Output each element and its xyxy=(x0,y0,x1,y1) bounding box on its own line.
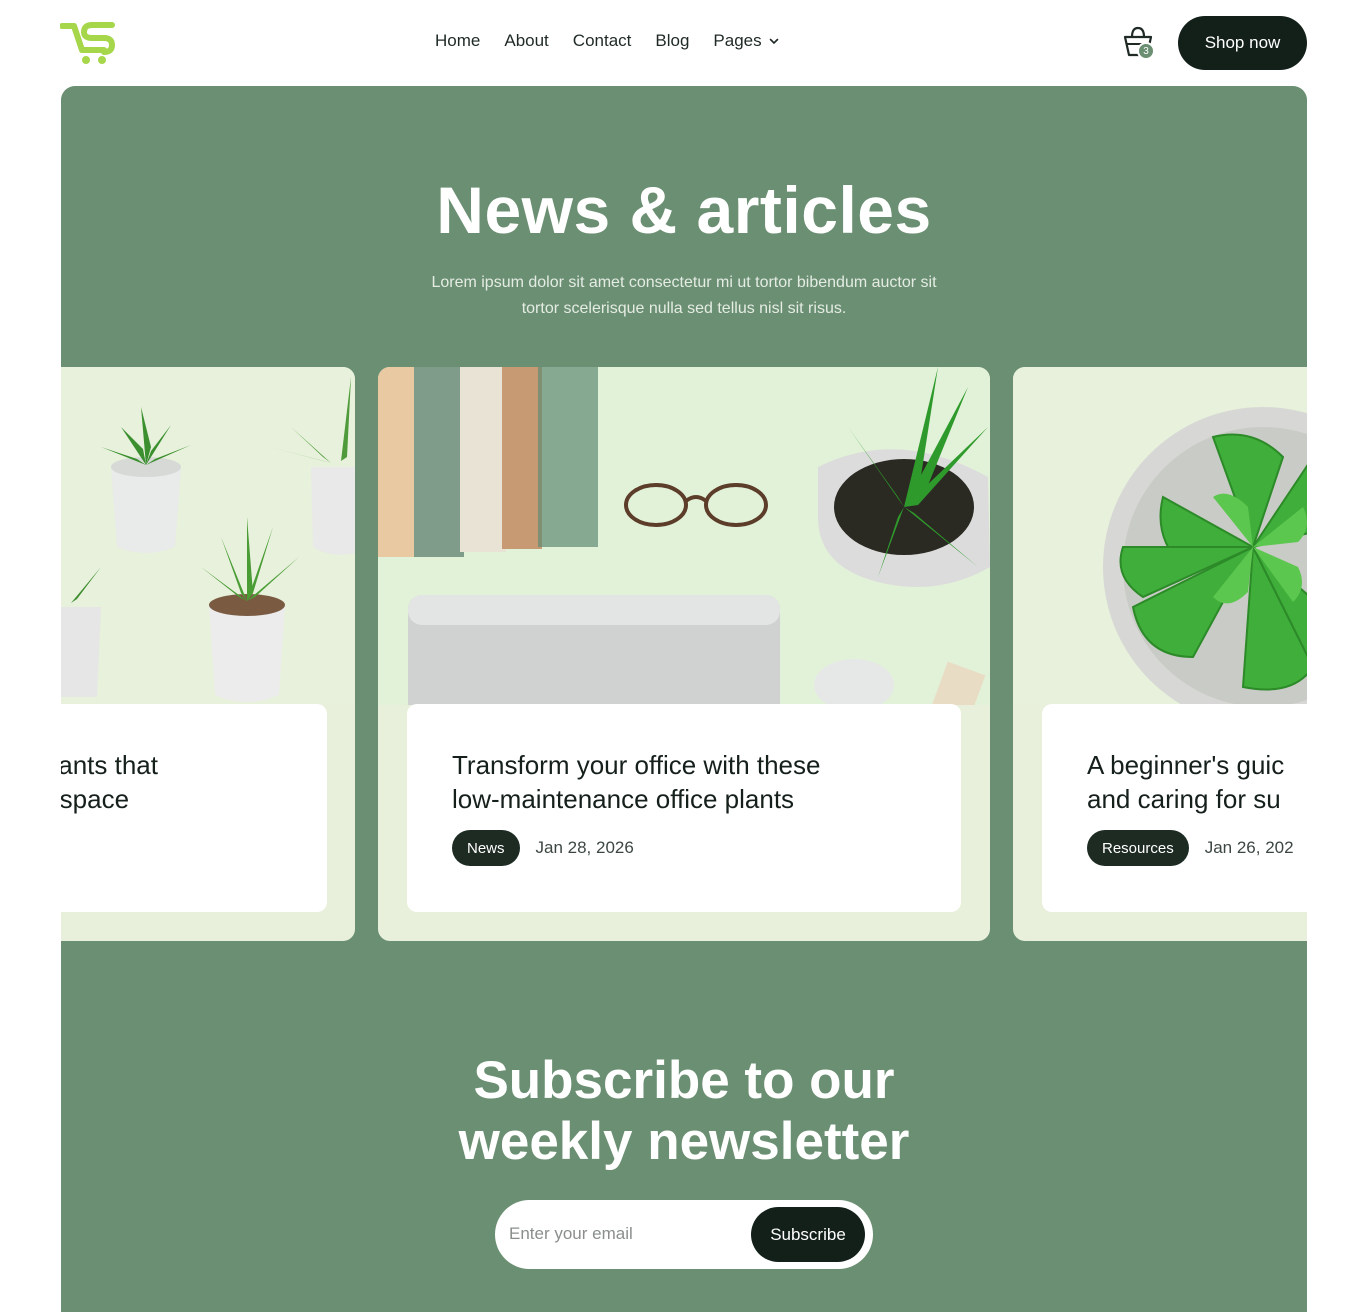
newsletter-form: Subscribe xyxy=(495,1200,873,1269)
article-card-2-tag[interactable]: News xyxy=(452,830,520,866)
main-nav: Home About Contact Blog Pages xyxy=(435,31,780,51)
article-card-3-title-line2: and caring for su xyxy=(1087,784,1281,814)
article-card-1-title-line1: plants that xyxy=(61,750,158,780)
article-card-2-date: Jan 28, 2026 xyxy=(535,838,634,857)
subscribe-button[interactable]: Subscribe xyxy=(751,1207,865,1262)
article-image-potted-plants xyxy=(61,367,355,705)
article-card-3-body: A beginner's guic and caring for su Reso… xyxy=(1042,704,1307,912)
nav-blog[interactable]: Blog xyxy=(655,31,689,51)
page-title: News & articles xyxy=(436,173,932,247)
newsletter-title-line2: weekly newsletter xyxy=(458,1112,910,1171)
article-card-1-title-line2: g space xyxy=(61,784,130,814)
nav-contact[interactable]: Contact xyxy=(573,31,632,51)
article-card-1-body: plants that g space xyxy=(61,704,327,912)
article-card-3-meta: Resources Jan 26, 202 xyxy=(1087,830,1294,866)
page-subtitle: Lorem ipsum dolor sit amet consectetur m… xyxy=(431,274,937,317)
article-card-2[interactable]: Transform your office with these low-mai… xyxy=(378,367,990,941)
newsletter-title: Subscribe to our weekly newsletter xyxy=(61,1050,1307,1172)
article-image-office-desk xyxy=(378,367,990,705)
article-card-3-date: Jan 26, 202 xyxy=(1204,838,1294,857)
article-card-3[interactable]: A beginner's guic and caring for su Reso… xyxy=(1013,367,1307,941)
article-card-1[interactable]: plants that g space xyxy=(61,367,355,941)
article-card-2-title-line1: Transform your office with these xyxy=(452,750,821,780)
article-card-3-title[interactable]: A beginner's guic and caring for su xyxy=(1087,748,1284,816)
news-section: News & articles Lorem ipsum dolor sit am… xyxy=(61,86,1307,1312)
shop-now-button[interactable]: Shop now xyxy=(1178,16,1307,70)
article-card-2-body: Transform your office with these low-mai… xyxy=(407,704,961,912)
nav-pages-label: Pages xyxy=(713,31,762,50)
nav-home[interactable]: Home xyxy=(435,31,480,51)
nav-pages[interactable]: Pages xyxy=(713,31,779,51)
chevron-down-icon xyxy=(769,38,778,45)
nav-about[interactable]: About xyxy=(504,31,548,51)
newsletter-title-line1: Subscribe to our xyxy=(473,1051,895,1110)
article-card-2-title[interactable]: Transform your office with these low-mai… xyxy=(452,748,820,816)
site-header: Home About Contact Blog Pages 3 Shop now xyxy=(0,0,1360,86)
article-card-1-title[interactable]: plants that g space xyxy=(61,748,158,816)
email-input[interactable] xyxy=(509,1218,739,1250)
article-card-3-title-line1: A beginner's guic xyxy=(1087,750,1285,780)
article-card-2-title-line2: low-maintenance office plants xyxy=(452,784,795,814)
cart-count-badge: 3 xyxy=(1137,42,1155,60)
cart-logo-icon[interactable] xyxy=(60,20,118,66)
article-image-succulent xyxy=(1013,367,1307,705)
article-card-3-tag[interactable]: Resources xyxy=(1087,830,1189,866)
article-card-2-meta: News Jan 28, 2026 xyxy=(452,830,634,866)
